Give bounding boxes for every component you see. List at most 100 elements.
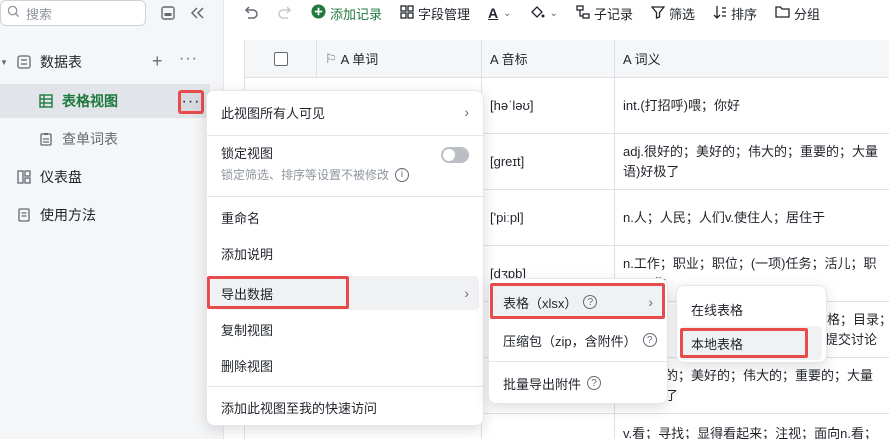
menu-item-label: 添加说明 <box>221 246 274 262</box>
collapse-sidebar-icon[interactable] <box>188 3 208 23</box>
menu-item-add-description[interactable]: 添加说明 <box>211 236 479 270</box>
sidebar-item-usage[interactable]: 使用方法 <box>0 198 224 232</box>
phonetic-cell[interactable]: [ɡreɪt] <box>482 134 615 190</box>
field-manage-label: 字段管理 <box>418 6 471 22</box>
menu-item-export-xlsx[interactable]: 表格（xlsx） ? › <box>493 285 663 319</box>
menu-item-label: 复制视图 <box>221 322 274 338</box>
sidebar-item-label: 仪表盘 <box>40 169 82 185</box>
sidebar-item-label: 数据表 <box>40 54 82 70</box>
dashboard-icon <box>16 169 32 185</box>
sidebar-item-label: 查单词表 <box>62 131 118 147</box>
menu-item-add-quick-access[interactable]: 添加此视图至我的快速访问 <box>211 390 479 424</box>
column-header-label: A 音标 <box>490 52 528 67</box>
info-icon[interactable]: i <box>395 167 410 182</box>
sidebar-item-form-view[interactable]: 查单词表 <box>0 122 224 156</box>
menu-item-delete-view[interactable]: 删除视图 <box>211 348 479 382</box>
menu-item-label: 表格（xlsx） <box>503 295 578 311</box>
paint-bucket-icon <box>530 5 545 22</box>
meaning-cell[interactable]: n.人；人民；人们v.使住人；居住于 <box>615 190 889 246</box>
menu-item-lock-view[interactable]: 锁定视图 锁定筛选、排序等设置不被修改 i <box>211 139 479 187</box>
document-icon <box>16 207 32 223</box>
text-color-icon: A <box>488 5 499 21</box>
undo-icon[interactable] <box>243 6 259 20</box>
menu-item-label: 压缩包（zip，含附件） <box>503 333 637 349</box>
group-button[interactable]: 分组 <box>775 4 820 23</box>
collapse-panel-icon[interactable] <box>158 3 178 23</box>
column-header-word[interactable]: ⚐ A 单词 <box>317 40 482 78</box>
menu-item-label: 批量导出附件 <box>503 376 582 392</box>
view-more-button[interactable]: ··· <box>178 90 204 114</box>
folder-icon <box>775 5 790 21</box>
filter-label: 筛选 <box>668 6 695 22</box>
search-placeholder: 搜索 <box>26 6 53 22</box>
column-header-meaning[interactable]: A 词义 <box>615 40 889 78</box>
add-record-label: 添加记录 <box>330 6 383 22</box>
phonetic-cell[interactable]: ['piːpl] <box>482 190 615 246</box>
add-record-button[interactable]: 添加记录 <box>311 4 382 23</box>
help-icon[interactable]: ? <box>583 295 598 309</box>
header-select-all[interactable] <box>245 40 317 78</box>
menu-divider <box>489 361 667 362</box>
fill-color-button[interactable]: ⌄ <box>530 5 558 22</box>
sort-button[interactable]: 排序 <box>713 4 757 23</box>
field-manage-button[interactable]: 字段管理 <box>400 4 470 23</box>
phonetic-cell[interactable]: [həˈləʊ] <box>482 78 615 134</box>
menu-item-label: 导出数据 <box>221 286 274 302</box>
menu-item-export-data[interactable]: 导出数据 › <box>211 276 479 310</box>
toolbar: 添加记录 字段管理 A ⌄ ⌄ 子记录 筛选 排序 分组 <box>225 0 889 26</box>
meaning-line: 提交讨论 <box>825 332 878 347</box>
sub-record-label: 子记录 <box>593 6 633 22</box>
menu-item-label: 删除视图 <box>221 358 274 374</box>
filter-button[interactable]: 筛选 <box>650 4 695 23</box>
more-icon[interactable]: ··· <box>179 50 198 68</box>
meaning-line: 语)好极了 <box>623 164 680 179</box>
lock-view-toggle[interactable] <box>441 147 469 163</box>
meaning-cell[interactable]: adj.很好的；美好的；伟大的；重要的；大量 语)好极了 <box>615 134 889 190</box>
meaning-cell[interactable]: int.(打招呼)喂；你好 <box>615 78 889 134</box>
chevron-down-icon: ⌄ <box>503 7 512 19</box>
primary-field-flag-icon: ⚐ <box>325 50 337 66</box>
menu-item-label: 在线表格 <box>691 302 744 318</box>
select-all-checkbox[interactable] <box>273 51 288 66</box>
caret-down-icon[interactable]: ▼ <box>0 58 8 67</box>
menu-item-batch-export[interactable]: 批量导出附件 ? <box>493 366 663 400</box>
meaning-cell[interactable]: v.看；寻找；显得看起来；注视；面向n.看； <box>615 414 889 439</box>
menu-item-label: 重命名 <box>221 210 261 226</box>
sidebar-item-label: 使用方法 <box>40 207 96 223</box>
menu-item-label: 本地表格 <box>691 336 744 352</box>
menu-item-online-sheet[interactable]: 在线表格 <box>681 292 822 326</box>
menu-item-label: 此视图所有人可见 <box>221 105 326 121</box>
sort-label: 排序 <box>730 6 757 22</box>
meaning-line: adj.很好的；美好的；伟大的；重要的；大量 <box>623 144 878 159</box>
help-icon[interactable]: ? <box>587 376 602 390</box>
text-color-button[interactable]: A ⌄ <box>488 5 512 21</box>
menu-item-rename[interactable]: 重命名 <box>211 200 479 234</box>
column-header-phonetic[interactable]: A 音标 <box>482 40 615 78</box>
help-icon[interactable]: ? <box>642 333 657 347</box>
sub-record-icon <box>576 4 590 22</box>
filter-icon <box>650 5 666 22</box>
sub-record-button[interactable]: 子记录 <box>576 4 633 23</box>
group-label: 分组 <box>793 6 820 22</box>
sidebar-item-label: 表格视图 <box>62 93 118 109</box>
menu-item-export-zip[interactable]: 压缩包（zip，含附件） ? <box>493 323 663 357</box>
menu-item-visible-all[interactable]: 此视图所有人可见 › <box>211 95 479 129</box>
meaning-line: n.工作；职业；职位；(一项)任务；活儿；职 <box>623 256 877 271</box>
menu-item-copy-view[interactable]: 复制视图 <box>211 312 479 346</box>
xlsx-submenu: 在线表格 本地表格 <box>676 285 827 363</box>
phonetic-cell[interactable] <box>482 414 615 439</box>
redo-icon[interactable] <box>277 6 293 20</box>
search-icon <box>7 5 20 21</box>
form-icon <box>38 131 54 147</box>
search-input[interactable]: 搜索 <box>0 0 146 26</box>
chevron-right-icon: › <box>464 104 469 120</box>
sidebar-item-dashboard[interactable]: 仪表盘 <box>0 160 224 194</box>
menu-item-local-sheet[interactable]: 本地表格 <box>681 326 822 360</box>
grid-view-icon <box>38 93 54 109</box>
column-header-label: A 词义 <box>623 52 661 67</box>
add-icon[interactable]: + <box>152 52 163 70</box>
meaning-line: 格；目录； <box>827 312 889 327</box>
sort-icon <box>713 5 727 22</box>
chevron-right-icon: › <box>648 294 653 310</box>
menu-item-description: 锁定筛选、排序等设置不被修改 i <box>221 166 410 183</box>
